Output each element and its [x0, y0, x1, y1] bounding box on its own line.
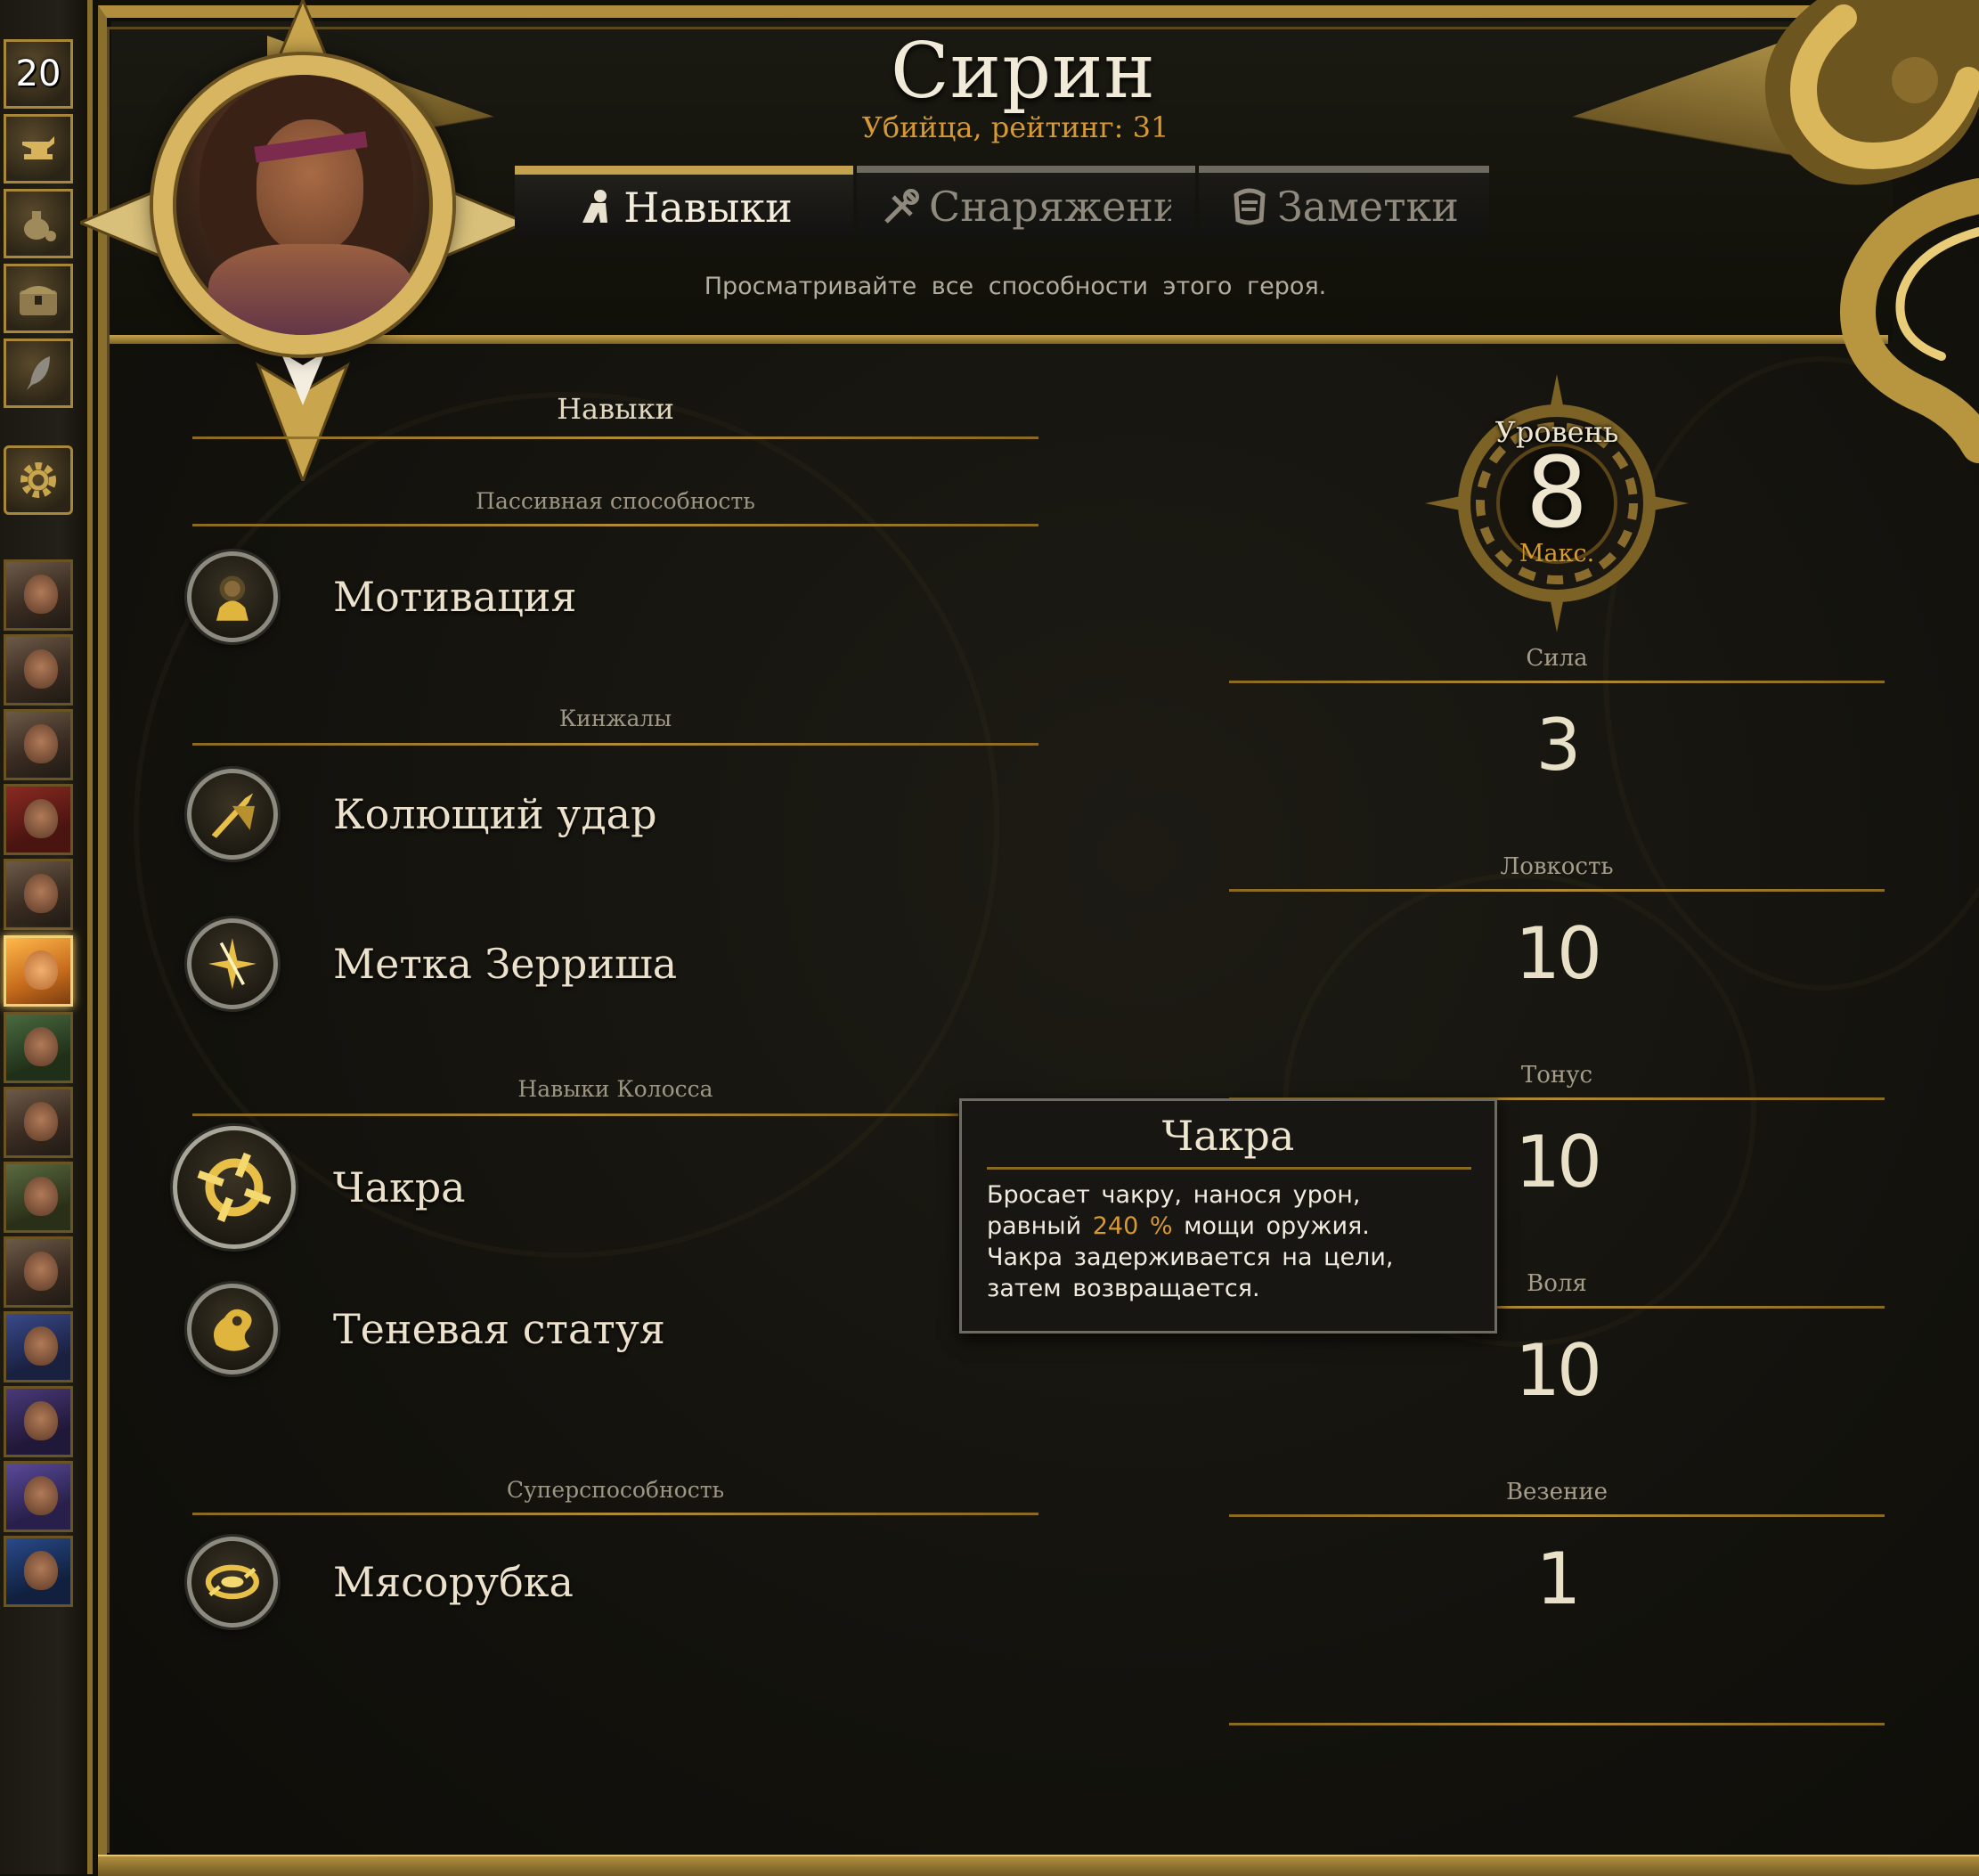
hero-face: [24, 575, 58, 614]
stat-label-strength: Сила: [1526, 645, 1588, 672]
chakram-icon: [173, 1126, 296, 1249]
hero-thumbnail[interactable]: [4, 634, 73, 706]
divider: [192, 1513, 1038, 1515]
tooltip-title: Чакра: [1161, 1112, 1295, 1160]
tab-skills-label: Навыки: [623, 184, 793, 232]
section-label-passive: Пассивная способность: [476, 488, 755, 514]
stat-label-luck: Везение: [1505, 1479, 1608, 1505]
section-label-daggers: Кинжалы: [558, 706, 672, 731]
skill-tooltip: Чакра Бросает чакру, нанося урон, равный…: [959, 1098, 1497, 1334]
divider: [1229, 1514, 1885, 1517]
hero-face: [24, 724, 58, 763]
tooltip-divider: [987, 1167, 1471, 1170]
skill-row[interactable]: Мотивация: [187, 543, 1042, 650]
chest-icon[interactable]: [4, 264, 73, 333]
tab-skills[interactable]: Навыки: [515, 166, 853, 241]
stat-value-agility: 10: [1515, 912, 1602, 995]
skill-row[interactable]: Метка Зерриша: [187, 910, 1042, 1017]
hero-face: [24, 1326, 58, 1366]
serpent-ornament: [1764, 0, 1979, 463]
skill-name: Мясорубка: [333, 1558, 574, 1606]
stab-icon: [187, 769, 278, 860]
anvil-icon[interactable]: [4, 114, 73, 184]
notes-icon: [1234, 188, 1266, 225]
skill-name: Теневая статуя: [333, 1305, 665, 1353]
hero-face: [24, 799, 58, 838]
level-value: 8: [1526, 436, 1588, 550]
zerrish-mark-icon: [187, 918, 278, 1009]
shadow-statue-icon: [187, 1284, 278, 1374]
stat-value-strength: 3: [1535, 704, 1582, 787]
quill-icon[interactable]: [4, 338, 73, 408]
tab-equipment[interactable]: Снаряжение: [857, 166, 1195, 241]
tab-description: Просматривайте все способности этого гер…: [704, 273, 1327, 300]
divider: [192, 524, 1038, 526]
motivation-icon: [187, 551, 278, 642]
hero-face: [24, 1551, 58, 1590]
divider: [192, 1113, 958, 1116]
hero-thumbnail[interactable]: [4, 1162, 73, 1233]
skill-name: Метка Зерриша: [333, 940, 678, 988]
hero-thumbnail[interactable]: [4, 1087, 73, 1158]
hero-thumbnail[interactable]: [4, 1311, 73, 1383]
skill-name: Мотивация: [333, 573, 577, 621]
equipment-icon: [884, 189, 919, 224]
skill-name: Колющий удар: [333, 790, 657, 838]
counter-value: 20: [15, 53, 61, 94]
hero-face: [24, 950, 58, 990]
skills-title: Навыки: [557, 392, 674, 426]
hero-face: [24, 1252, 58, 1291]
skill-row[interactable]: Мясорубка: [187, 1529, 1042, 1635]
skills-icon: [582, 190, 608, 223]
skill-row-selected[interactable]: Чакра: [173, 1126, 1042, 1249]
hero-thumbnail[interactable]: [4, 709, 73, 780]
hero-face: [24, 1177, 58, 1216]
hero-face: [24, 1027, 58, 1066]
divider: [1229, 1723, 1885, 1725]
hero-thumbnail-active[interactable]: [4, 935, 73, 1007]
hero-thumbnail[interactable]: [4, 1536, 73, 1607]
potion-bag-icon[interactable]: [4, 189, 73, 258]
gear-icon[interactable]: [4, 445, 73, 515]
skill-row[interactable]: Теневая статуя: [187, 1276, 1042, 1383]
divider: [192, 743, 1038, 746]
tooltip-description: Бросает чакру, нанося урон, равный 240 %…: [987, 1179, 1450, 1304]
stat-label-tone: Тонус: [1520, 1062, 1593, 1089]
left-sidebar: 20: [0, 0, 93, 1874]
stat-value-luck: 1: [1535, 1538, 1582, 1620]
hero-face: [24, 649, 58, 689]
divider: [1229, 889, 1885, 892]
hero-thumbnail[interactable]: [4, 859, 73, 930]
stat-value-will: 10: [1515, 1329, 1602, 1412]
portrait-image: [153, 55, 452, 355]
stat-label-agility: Ловкость: [1500, 853, 1614, 880]
hero-thumbnail[interactable]: [4, 1461, 73, 1532]
hero-thumbnail[interactable]: [4, 1012, 73, 1083]
tooltip-damage-value: 240 %: [1092, 1212, 1173, 1240]
tab-notes[interactable]: Заметки: [1199, 166, 1489, 241]
hero-face: [24, 1476, 58, 1515]
skill-row[interactable]: Колющий удар: [187, 761, 1042, 868]
hero-face: [24, 1102, 58, 1141]
tab-equipment-label: Снаряжение: [929, 183, 1171, 231]
hero-thumbnail[interactable]: [4, 1236, 73, 1308]
tab-notes-label: Заметки: [1277, 183, 1459, 231]
hero-thumbnail[interactable]: [4, 784, 73, 855]
counter-badge[interactable]: 20: [4, 39, 73, 109]
hero-class-rating: Убийца, рейтинг: 31: [861, 110, 1169, 144]
hero-face: [24, 874, 58, 913]
section-label-super: Суперспособность: [506, 1477, 725, 1503]
divider: [1229, 681, 1885, 683]
hero-thumbnail[interactable]: [4, 1386, 73, 1457]
hero-name: Сирин: [891, 27, 1156, 116]
section-label-colossus: Навыки Колосса: [517, 1076, 713, 1102]
hero-thumbnail[interactable]: [4, 559, 73, 631]
level-max-note: Макс.: [1519, 540, 1595, 567]
bottom-frame: [98, 1855, 1979, 1876]
hero-face: [24, 1401, 58, 1440]
divider: [192, 436, 1038, 439]
skill-name: Чакра: [333, 1163, 466, 1211]
meat-grinder-icon: [187, 1537, 278, 1627]
